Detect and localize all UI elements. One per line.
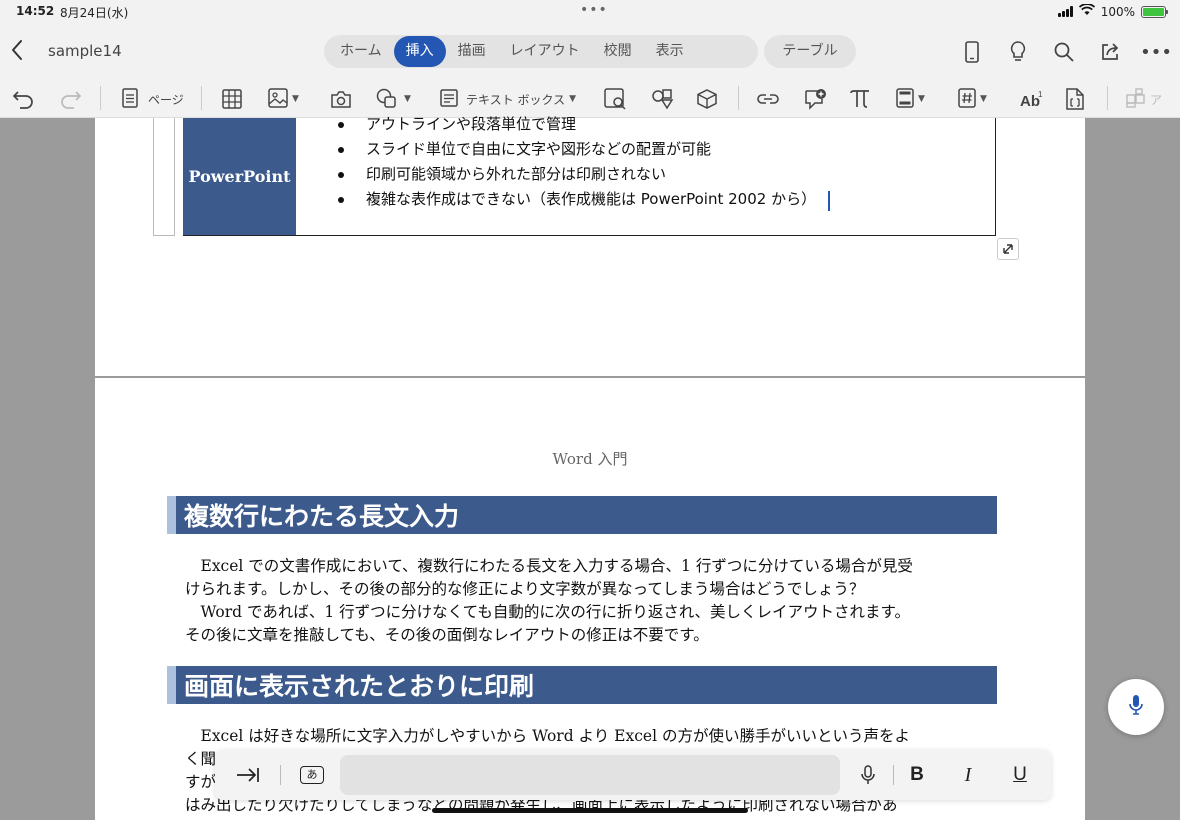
page-number-button[interactable]: ▼ [958, 84, 987, 114]
bold-button[interactable]: B [905, 762, 929, 788]
list-item[interactable]: スライド単位で自由に文字や図形などの配置が可能 [336, 138, 816, 163]
table-icon[interactable] [222, 84, 242, 114]
tab-draw[interactable]: 描画 [446, 36, 498, 67]
status-date: 8月24日(水) [60, 6, 129, 20]
header-footer-icon [896, 87, 914, 111]
heading-text: 画面に表示されたとおりに印刷 [184, 672, 535, 701]
tab-view[interactable]: 表示 [644, 36, 696, 67]
back-chevron-icon[interactable] [10, 38, 32, 64]
table-left-edge [153, 118, 175, 236]
italic-button[interactable]: I [956, 762, 980, 788]
chevron-down-icon: ▼ [404, 94, 411, 104]
page-button[interactable]: ページ [122, 84, 184, 114]
shapes-icon [376, 88, 400, 111]
header-footer-button[interactable]: ▼ [896, 84, 925, 114]
title-bar: sample14 ホーム 挿入 描画 レイアウト 校閲 表示 テーブル ••• [0, 24, 1180, 80]
tab-review[interactable]: 校閲 [592, 36, 644, 67]
text-line: Excel での文書作成において、複数行にわたる長文を入力する場合、1 行ずつに… [185, 557, 913, 575]
svg-text:Ab: Ab [1020, 93, 1040, 109]
tab-home[interactable]: ホーム [328, 36, 394, 67]
heading-text: 複数行にわたる長文入力 [184, 502, 460, 531]
tab-insert[interactable]: 挿入 [393, 36, 446, 67]
microphone-icon[interactable] [858, 762, 878, 788]
bullet-list[interactable]: アウトラインや段落単位で管理 スライド単位で自由に文字や図形などの配置が可能 印… [336, 113, 816, 213]
tab-table[interactable]: テーブル [770, 36, 849, 67]
chevron-down-icon: ▼ [292, 94, 299, 104]
battery-percent: 100% [1100, 4, 1135, 19]
underline-button[interactable]: U [1008, 762, 1032, 788]
tab-key-icon[interactable] [233, 762, 263, 788]
microphone-icon [1128, 694, 1144, 720]
redo-icon[interactable] [58, 84, 82, 114]
footnote-icon[interactable]: Ab 1 [1020, 84, 1044, 114]
chevron-down-icon: ▼ [918, 94, 925, 104]
text-cursor [828, 191, 830, 211]
more-options-icon[interactable]: ••• [1140, 40, 1172, 64]
picture-button[interactable]: ▼ [268, 84, 299, 114]
page-label: ページ [148, 92, 184, 107]
kana-input-button[interactable]: あ [299, 762, 325, 788]
keyboard-shortcut-bar: あ B I U [215, 750, 1051, 800]
text-line: その後に文章を推敲しても、その後の面倒なレイアウトの修正は不要です。 [185, 626, 709, 644]
heading-accent-bar [167, 666, 176, 704]
ribbon-tabs: ホーム 挿入 描画 レイアウト 校閲 表示 [324, 35, 758, 68]
wifi-icon [1078, 3, 1095, 19]
textbox-icon [440, 88, 458, 110]
page-number-icon [958, 87, 976, 111]
text-line: Word であれば、1 行ずつに分けなくても自動的に次の行に折り返され、美しくレ… [185, 603, 910, 621]
chevron-down-icon: ▼ [569, 94, 577, 104]
picture-icon [268, 87, 288, 111]
text-line: けられます。しかし、その後の部分的な修正により文字数が異なってしまう場合はどうで… [185, 580, 865, 598]
online-picture-icon[interactable] [604, 84, 626, 114]
chevron-down-icon: ▼ [980, 94, 987, 104]
home-indicator[interactable] [432, 808, 748, 813]
lightbulb-icon[interactable] [1006, 40, 1030, 64]
new-comment-icon[interactable] [803, 84, 827, 114]
icons-icon[interactable] [650, 84, 674, 114]
share-icon[interactable] [1098, 40, 1122, 64]
page-header: Word 入門 [552, 450, 628, 468]
shapes-button[interactable]: ▼ [376, 84, 411, 114]
link-icon[interactable] [756, 84, 780, 114]
equation-icon[interactable] [849, 84, 871, 114]
camera-icon[interactable] [330, 84, 352, 114]
textbox-label: テキスト ボックス [466, 92, 566, 107]
search-icon[interactable] [1052, 40, 1076, 64]
table-cell-powerpoint[interactable]: PowerPoint [183, 118, 296, 235]
kana-label: あ [300, 766, 324, 784]
multitasking-dots-icon[interactable]: ••• [580, 2, 608, 18]
status-time: 14:52 [16, 4, 55, 18]
document-name[interactable]: sample14 [48, 42, 122, 60]
heading-1[interactable]: 複数行にわたる長文入力 [167, 496, 997, 534]
add-ins-label: ア [1150, 92, 1163, 107]
3d-model-icon[interactable] [696, 84, 718, 114]
undo-icon[interactable] [12, 84, 36, 114]
keyboard-suggestion-area[interactable] [340, 755, 840, 795]
page-icon [122, 87, 138, 111]
cellular-signal-icon [1057, 6, 1073, 17]
document-fields-icon[interactable] [1065, 84, 1085, 114]
add-ins-icon [1126, 87, 1146, 111]
text-line: Excel は好きな場所に文字入力がしやすいから Word より Excel の… [185, 727, 910, 745]
tab-table-group: テーブル [764, 35, 856, 68]
svg-text:1: 1 [1038, 90, 1043, 99]
list-item[interactable]: 印刷可能領域から外れた部分は印刷されない [336, 163, 816, 188]
list-item[interactable]: アウトラインや段落単位で管理 [336, 113, 816, 138]
battery-icon [1141, 5, 1168, 18]
dictation-mic-button[interactable] [1108, 679, 1164, 735]
heading-2[interactable]: 画面に表示されたとおりに印刷 [167, 666, 997, 704]
heading-accent-bar [167, 496, 176, 534]
tab-layout[interactable]: レイアウト [498, 36, 592, 67]
list-item[interactable]: 複雑な表作成はできない（表作成機能は PowerPoint 2002 から） [336, 188, 816, 213]
textbox-button[interactable]: テキスト ボックス ▼ [440, 84, 576, 114]
phone-view-icon[interactable] [960, 40, 984, 64]
table-resize-handle-icon[interactable] [997, 238, 1019, 260]
add-ins-button[interactable]: ア [1126, 84, 1162, 114]
paragraph-1[interactable]: Excel での文書作成において、複数行にわたる長文を入力する場合、1 行ずつに… [185, 555, 999, 647]
status-bar: 14:52 8月24日(水) ••• 100% [0, 0, 1180, 24]
